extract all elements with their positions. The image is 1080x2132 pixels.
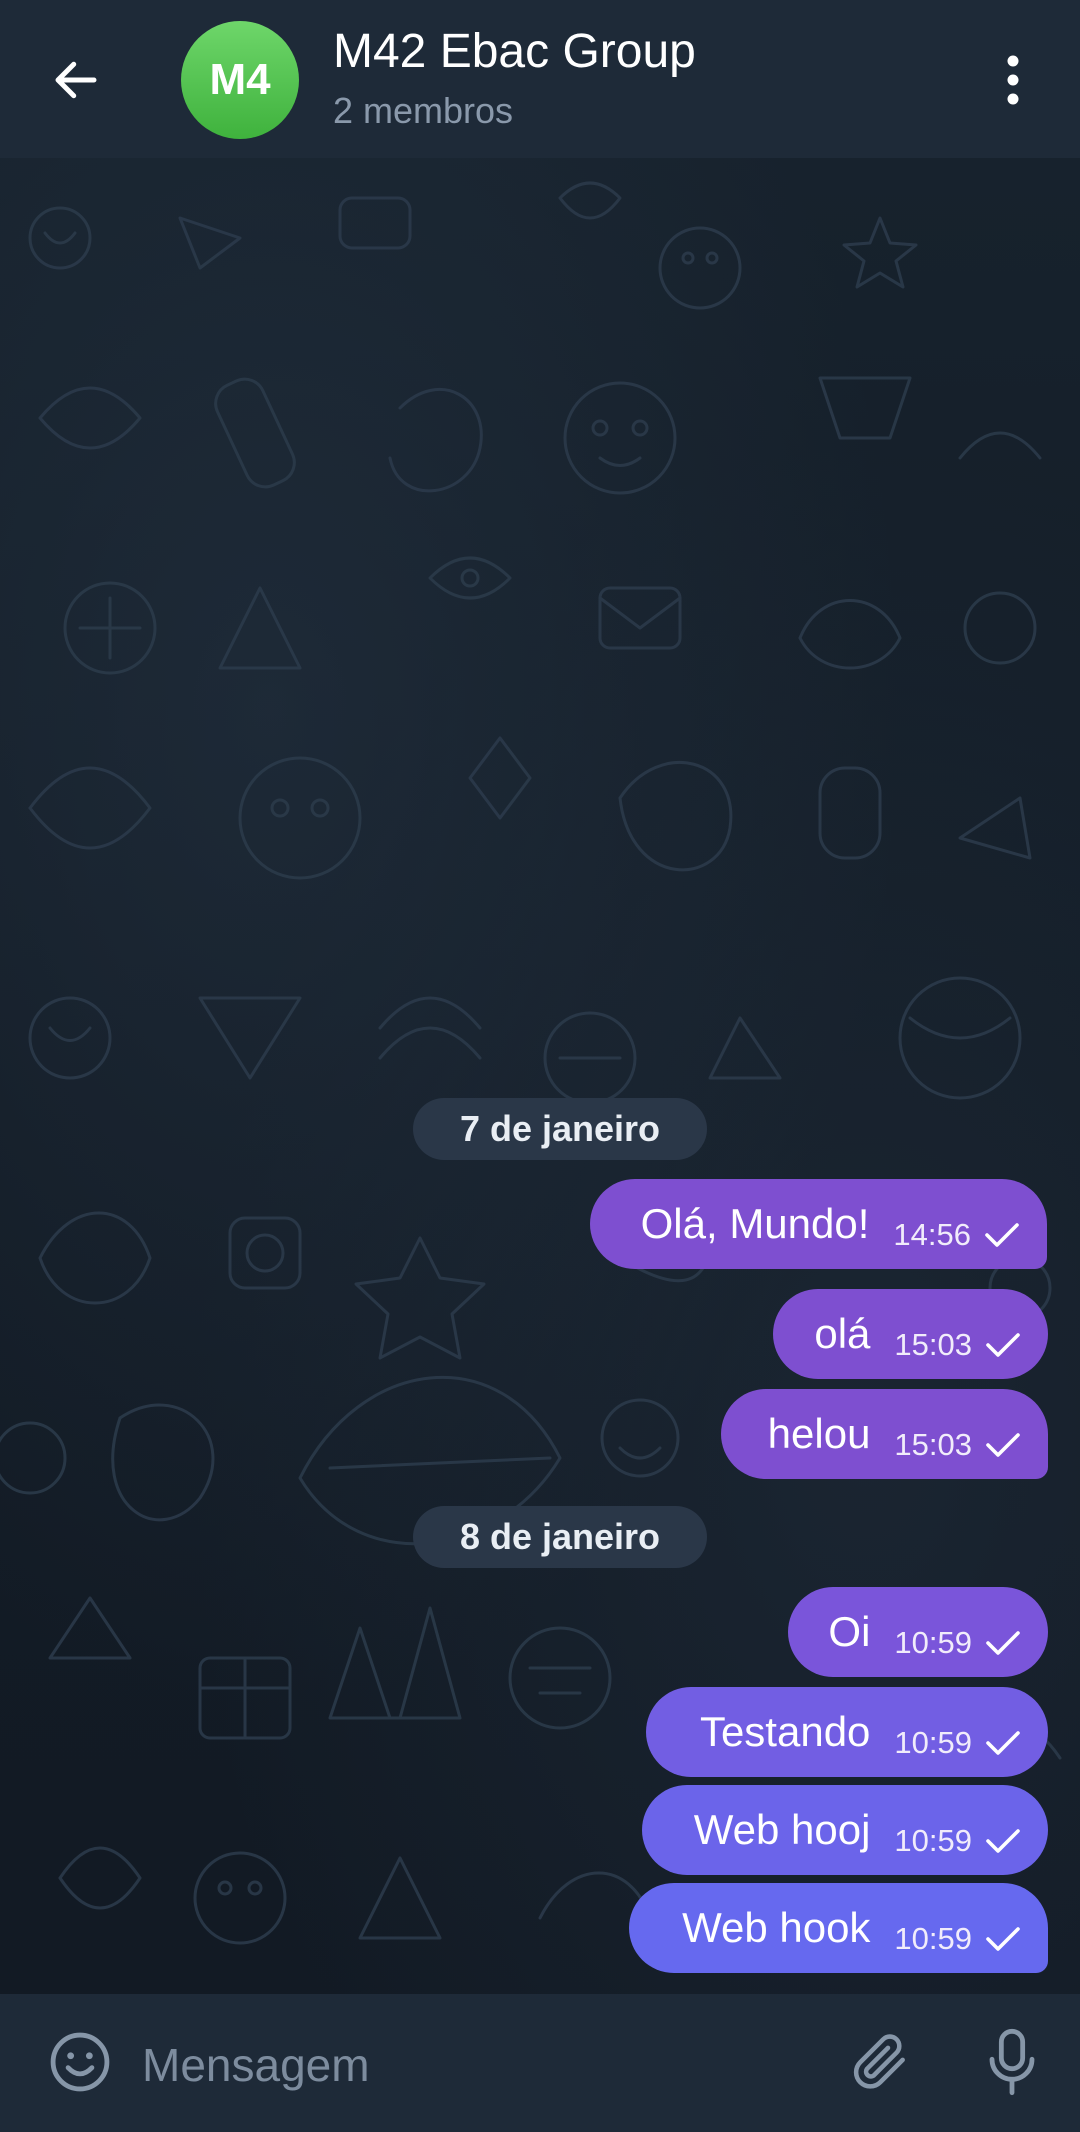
message-text: Oi bbox=[828, 1608, 871, 1655]
check-icon bbox=[986, 1631, 1020, 1655]
chat-header: M4 M42 Ebac Group 2 membros bbox=[0, 0, 1080, 158]
message-bubble[interactable]: Oi 10:59 bbox=[788, 1587, 1048, 1677]
check-icon bbox=[986, 1829, 1020, 1853]
more-vertical-icon bbox=[1007, 55, 1019, 105]
message-text: Web hooj bbox=[693, 1806, 871, 1853]
message-time: 10:59 bbox=[894, 1823, 972, 1858]
message-bubble[interactable]: helou 15:03 bbox=[721, 1389, 1048, 1479]
date-label: 8 de janeiro bbox=[459, 1516, 661, 1557]
message-bubble[interactable]: Olá, Mundo! 14:56 bbox=[590, 1179, 1047, 1269]
message-text: Olá, Mundo! bbox=[640, 1200, 870, 1247]
check-icon bbox=[985, 1223, 1019, 1247]
message-text: helou bbox=[767, 1410, 871, 1457]
more-options-button[interactable] bbox=[980, 40, 1046, 120]
emoji-button[interactable] bbox=[40, 2022, 120, 2102]
message-bubble[interactable]: Testando 10:59 bbox=[646, 1687, 1048, 1777]
check-icon bbox=[986, 1927, 1020, 1951]
microphone-icon bbox=[989, 2028, 1035, 2096]
message-time: 10:59 bbox=[894, 1921, 972, 1956]
smile-icon bbox=[50, 2032, 110, 2092]
message-list[interactable]: 7 de janeiro Olá, Mundo! 14:56 olá 15:03… bbox=[0, 158, 1080, 1994]
message-text: Testando bbox=[699, 1708, 871, 1755]
message-time: 15:03 bbox=[894, 1427, 972, 1462]
date-label: 7 de janeiro bbox=[459, 1108, 661, 1149]
check-icon bbox=[986, 1333, 1020, 1357]
paperclip-icon bbox=[853, 2034, 905, 2089]
message-bubble[interactable]: Web hook 10:59 bbox=[629, 1883, 1048, 1973]
voice-message-button[interactable] bbox=[972, 2022, 1052, 2102]
message-time: 15:03 bbox=[894, 1327, 972, 1362]
group-avatar[interactable]: M4 bbox=[181, 21, 299, 139]
message-input[interactable] bbox=[140, 2028, 804, 2102]
attach-button[interactable] bbox=[840, 2022, 920, 2102]
avatar-initials: M4 bbox=[209, 55, 271, 104]
message-time: 10:59 bbox=[894, 1625, 972, 1660]
message-text: olá bbox=[814, 1310, 871, 1357]
message-time: 14:56 bbox=[893, 1217, 971, 1252]
date-separator: 7 de janeiro bbox=[413, 1098, 707, 1160]
message-text: Web hook bbox=[682, 1904, 871, 1951]
chat-title[interactable]: M42 Ebac Group bbox=[333, 24, 696, 79]
arrow-left-icon bbox=[55, 61, 97, 99]
message-time: 10:59 bbox=[894, 1725, 972, 1760]
message-bubble[interactable]: Web hooj 10:59 bbox=[642, 1785, 1048, 1875]
back-button[interactable] bbox=[36, 40, 116, 120]
check-icon bbox=[986, 1433, 1020, 1457]
message-composer bbox=[0, 1994, 1080, 2132]
member-count: 2 membros bbox=[333, 90, 514, 131]
date-separator: 8 de janeiro bbox=[413, 1506, 707, 1568]
check-icon bbox=[986, 1731, 1020, 1755]
message-bubble[interactable]: olá 15:03 bbox=[773, 1289, 1048, 1379]
